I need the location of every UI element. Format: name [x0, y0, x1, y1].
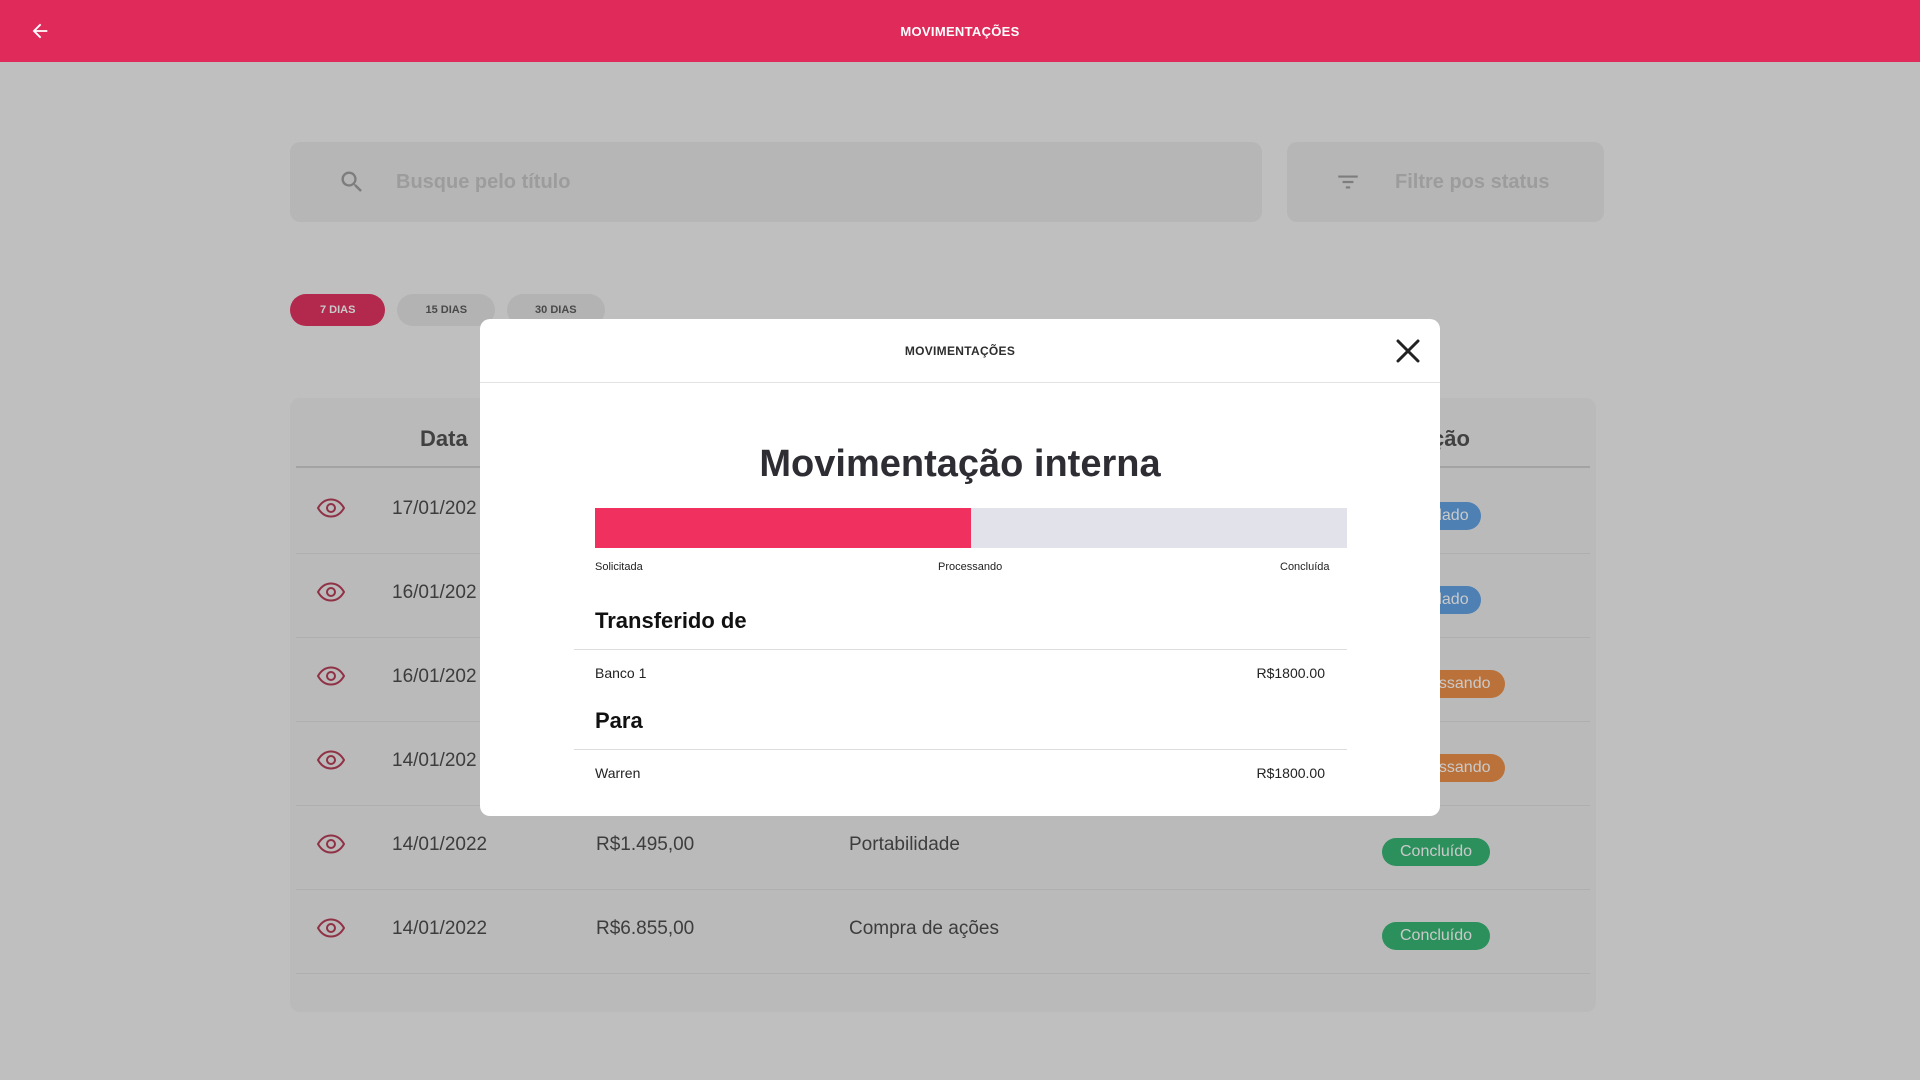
back-button[interactable]	[24, 15, 56, 47]
page-title: MOVIMENTAÇÕES	[900, 23, 1020, 39]
to-amount: R$1800.00	[1256, 765, 1325, 781]
from-account-name: Banco 1	[595, 665, 647, 681]
transaction-detail-modal: MOVIMENTAÇÕES Movimentação interna Solic…	[480, 319, 1440, 816]
modal-title: Movimentação interna	[759, 443, 1161, 485]
to-section-title: Para	[595, 708, 643, 733]
modal-header: MOVIMENTAÇÕES	[480, 319, 1440, 383]
to-account-name: Warren	[595, 765, 641, 781]
arrow-left-icon	[32, 23, 48, 39]
from-amount: R$1800.00	[1256, 665, 1325, 681]
divider	[574, 649, 1347, 650]
divider	[574, 749, 1347, 750]
top-bar: MOVIMENTAÇÕES	[0, 0, 1920, 62]
from-section-title: Transferido de	[595, 608, 747, 633]
step-completed: Concluída	[1280, 561, 1330, 573]
progress-bar	[595, 508, 1347, 548]
step-processing: Processando	[938, 561, 1003, 573]
progress-fill	[595, 508, 971, 548]
modal-header-title: MOVIMENTAÇÕES	[904, 343, 1016, 358]
step-requested: Solicitada	[595, 561, 643, 573]
close-icon[interactable]	[1392, 335, 1424, 367]
